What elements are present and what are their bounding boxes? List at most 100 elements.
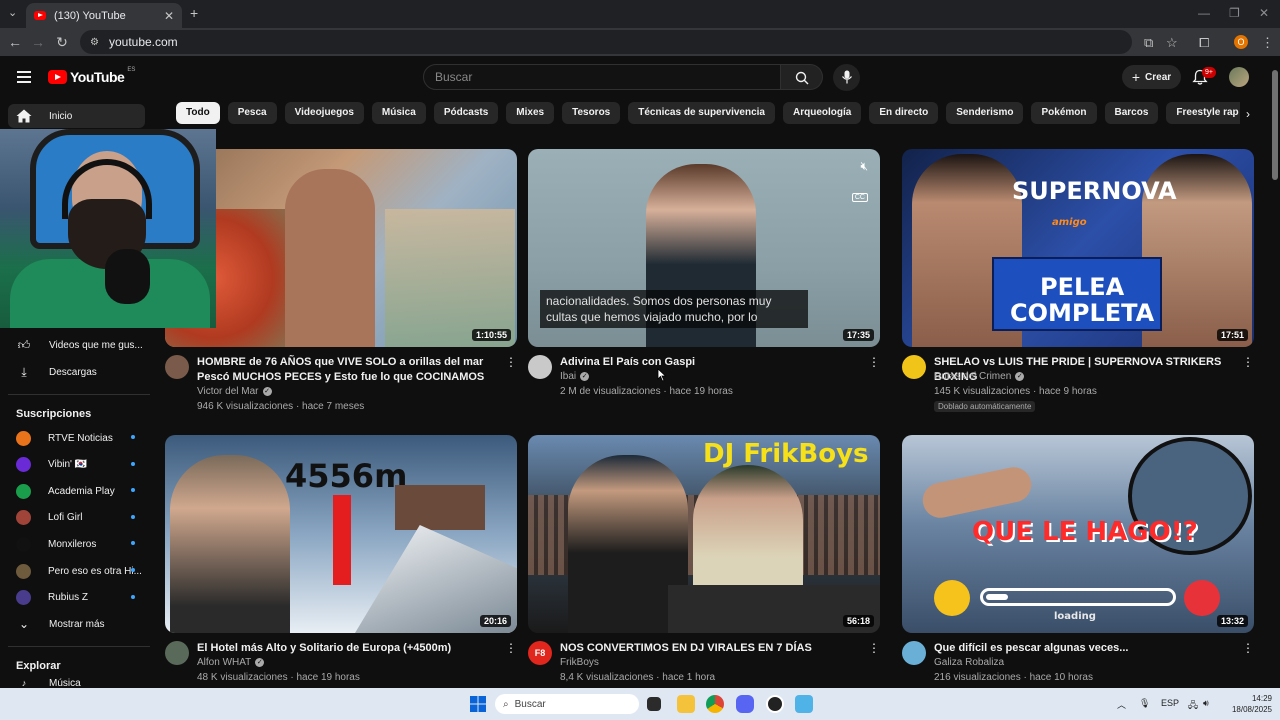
video-menu-icon[interactable]: ⋮ [868, 355, 880, 369]
video-card[interactable]: 4556m 20:16 El Hotel más Alto y Solitari… [165, 435, 517, 683]
chip-senderismo[interactable]: Senderismo [946, 102, 1024, 124]
chip-pokémon[interactable]: Pokémon [1031, 102, 1097, 124]
video-card[interactable]: 🔇︎ CC nacionalidades. Somos dos personas… [528, 149, 880, 397]
task-view-icon[interactable] [647, 697, 661, 711]
mute-icon[interactable]: 🔇︎ [860, 159, 868, 174]
video-menu-icon[interactable]: ⋮ [505, 641, 517, 655]
chip-pódcasts[interactable]: Pódcasts [433, 102, 499, 124]
video-title[interactable]: NOS CONVERTIMOS EN DJ VIRALES EN 7 DÍAS [560, 641, 860, 656]
sidebar-item-music[interactable]: ♪ Música [8, 678, 145, 688]
minimize-icon[interactable]: — [1198, 6, 1210, 20]
chip-barcos[interactable]: Barcos [1104, 102, 1159, 124]
windows-start-icon[interactable] [470, 696, 486, 712]
chip-tesoros[interactable]: Tesoros [562, 102, 621, 124]
video-thumbnail[interactable]: 1:10:55 [165, 149, 517, 347]
chip-freestyle-rap[interactable]: Freestyle rap [1166, 102, 1240, 124]
chip-en-directo[interactable]: En directo [869, 102, 939, 124]
channel-name[interactable]: FrikBoys [560, 657, 599, 668]
install-app-icon[interactable]: ⧉ [1144, 35, 1153, 51]
show-more-button[interactable]: ⌄ Mostrar más [8, 612, 145, 636]
video-title[interactable]: HOMBRE de 76 AÑOS que VIVE SOLO a orilla… [197, 355, 497, 385]
chip-técnicas-de-supervivencia[interactable]: Técnicas de supervivencia [628, 102, 775, 124]
video-menu-icon[interactable]: ⋮ [505, 355, 517, 369]
chip-todo[interactable]: Todo [176, 102, 220, 124]
taskbar-search[interactable]: ⌕ Buscar [495, 694, 639, 714]
chip-videojuegos[interactable]: Videojuegos [284, 102, 364, 124]
video-card[interactable]: SUPERNOVA amigo PELEA COMPLETA 17:51 SHE… [902, 149, 1254, 412]
extensions-icon[interactable]: ⧠ [1199, 35, 1209, 51]
reload-icon[interactable]: ↻ [54, 34, 70, 51]
chip-mixes[interactable]: Mixes [506, 102, 555, 124]
sidebar-item-subscription[interactable]: Pero eso es otra Hi... [8, 559, 145, 583]
volume-icon[interactable]: 🔊︎ [1203, 698, 1209, 709]
video-menu-icon[interactable]: ⋮ [1242, 641, 1254, 655]
sidebar-item-subscription[interactable]: Rubius Z [8, 586, 145, 610]
menu-kebab-icon[interactable]: ⋮ [1261, 35, 1274, 51]
file-explorer-icon[interactable] [677, 695, 695, 713]
window-close-icon[interactable]: ✕ [1259, 6, 1269, 20]
obs-icon[interactable] [766, 695, 784, 713]
taskbar-clock[interactable]: 14:29 18/08/2025 [1224, 693, 1272, 715]
sidebar-item-subscription[interactable]: Monxileros [8, 532, 145, 556]
notepad-icon[interactable] [795, 695, 813, 713]
voice-search-button[interactable] [833, 64, 860, 91]
youtube-logo[interactable]: YouTube ES [48, 67, 135, 85]
sidebar-item-liked-videos[interactable]: 👍︎ Videos que me gus... [8, 333, 145, 357]
sidebar-item-home[interactable]: Inicio [8, 104, 145, 128]
video-card[interactable]: 1:10:55 HOMBRE de 76 AÑOS que VIVE SOLO … [165, 149, 517, 412]
video-title[interactable]: Que difícil es pescar algunas veces... [934, 641, 1234, 656]
channel-avatar[interactable] [902, 355, 926, 379]
video-menu-icon[interactable]: ⋮ [1242, 355, 1254, 369]
new-tab-icon[interactable]: + [190, 5, 198, 21]
create-button[interactable]: + Crear [1122, 65, 1181, 89]
discord-icon[interactable] [736, 695, 754, 713]
sidebar-item-subscription[interactable]: Academia Play [8, 479, 145, 503]
browser-tab-youtube[interactable]: (130) YouTube ✕ [26, 3, 182, 28]
chrome-icon[interactable] [706, 695, 724, 713]
sidebar-item-subscription[interactable]: RTVE Noticias [8, 426, 145, 450]
video-thumbnail[interactable]: 🔇︎ CC nacionalidades. Somos dos personas… [528, 149, 880, 347]
video-title[interactable]: El Hotel más Alto y Solitario de Europa … [197, 641, 497, 656]
language-indicator[interactable]: ESP [1161, 698, 1179, 708]
tab-search-icon[interactable]: ⌄ [8, 6, 17, 19]
chip-música[interactable]: Música [371, 102, 426, 124]
forward-icon[interactable]: → [30, 34, 46, 50]
channel-name[interactable]: Galiza Robaliza [934, 657, 1004, 668]
channel-name[interactable]: Alfon WHAT ✓ [197, 657, 265, 668]
network-icon[interactable]: 🖧 [1188, 698, 1198, 714]
bookmark-star-icon[interactable]: ☆ [1166, 35, 1178, 51]
channel-avatar[interactable] [165, 355, 189, 379]
video-card[interactable]: QUE LE HAGO!? loading 13:32 Que difícil … [902, 435, 1254, 683]
scrollbar-thumb[interactable] [1272, 70, 1278, 180]
tab-close-icon[interactable]: ✕ [164, 9, 174, 23]
tray-chevron-icon[interactable]: ︿ [1117, 698, 1126, 711]
video-menu-icon[interactable]: ⋮ [868, 641, 880, 655]
subscriptions-heading[interactable]: Suscripciones [16, 408, 91, 420]
menu-hamburger-icon[interactable] [17, 71, 31, 83]
sidebar-item-subscription[interactable]: Lofi Girl [8, 506, 145, 530]
browser-profile-avatar[interactable]: O [1234, 35, 1248, 49]
channel-name[interactable]: Rutas del Crimen ✓ [934, 371, 1025, 382]
video-thumbnail[interactable]: QUE LE HAGO!? loading 13:32 [902, 435, 1254, 633]
chevron-right-icon[interactable]: › [1246, 107, 1250, 121]
channel-avatar[interactable] [528, 355, 552, 379]
video-thumbnail[interactable]: 4556m 20:16 [165, 435, 517, 633]
channel-name[interactable]: Ibai ✓ [560, 371, 590, 382]
channel-avatar[interactable] [165, 641, 189, 665]
user-avatar[interactable] [1229, 67, 1249, 87]
tray-microphone-icon[interactable]: 🎙︎ [1139, 698, 1150, 709]
search-button[interactable] [781, 64, 823, 90]
back-icon[interactable]: ← [7, 34, 23, 50]
video-card[interactable]: DJ FrikBoys 56:18 F8 NOS CONVERTIMOS EN … [528, 435, 880, 683]
channel-avatar[interactable] [902, 641, 926, 665]
site-info-icon[interactable]: ⚙ [90, 37, 99, 48]
maximize-icon[interactable]: ❐ [1229, 6, 1240, 20]
channel-avatar[interactable]: F8 [528, 641, 552, 665]
url-field[interactable]: ⚙ youtube.com [80, 30, 1132, 54]
chip-arqueología[interactable]: Arqueología [782, 102, 862, 124]
video-title[interactable]: Adivina El País con Gaspi [560, 355, 860, 370]
sidebar-item-subscription[interactable]: Vibin' 🇰🇷 [8, 453, 145, 477]
search-input[interactable]: Buscar [423, 64, 781, 90]
captions-icon[interactable]: CC [851, 193, 868, 202]
sidebar-item-downloads[interactable]: ⤓ Descargas [8, 360, 145, 384]
